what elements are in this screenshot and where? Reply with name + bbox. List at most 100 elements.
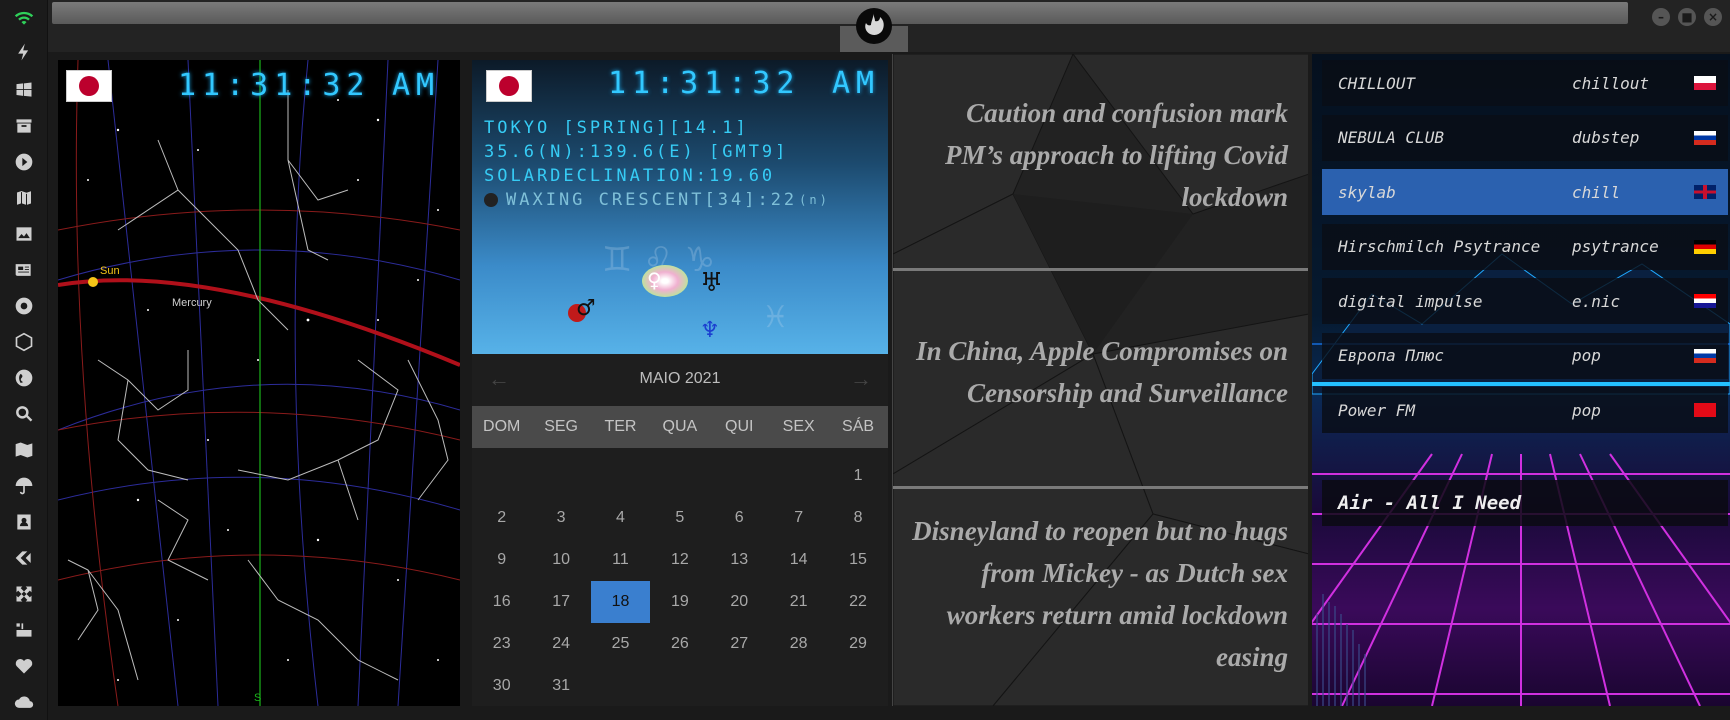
map-book-icon[interactable] bbox=[12, 186, 36, 210]
calendar-day[interactable]: 14 bbox=[769, 539, 828, 581]
calendar-day[interactable]: 23 bbox=[472, 623, 531, 665]
station-genre: e.nic bbox=[1572, 291, 1621, 311]
play-icon[interactable] bbox=[12, 150, 36, 174]
archive-icon[interactable] bbox=[12, 114, 36, 138]
station-row[interactable]: digital impulse e.nic bbox=[1322, 278, 1728, 324]
sun-label: Sun bbox=[100, 265, 120, 277]
logo-tab[interactable] bbox=[840, 0, 908, 52]
news-icon[interactable] bbox=[12, 258, 36, 282]
weekday-label: QUI bbox=[725, 418, 754, 435]
calendar-day[interactable]: 20 bbox=[710, 581, 769, 623]
station-name: CHILLOUT bbox=[1338, 73, 1416, 93]
station-row[interactable]: Европа Плюс pop bbox=[1322, 332, 1728, 379]
news-separator bbox=[893, 486, 1308, 489]
calendar-day[interactable]: 6 bbox=[710, 497, 769, 539]
calendar-day[interactable]: 9 bbox=[472, 539, 531, 581]
sun-marker[interactable] bbox=[88, 277, 98, 287]
maximize-icon[interactable]: ■ bbox=[1678, 8, 1696, 26]
search-icon[interactable] bbox=[12, 402, 36, 426]
tag-icon[interactable] bbox=[12, 546, 36, 570]
calendar-day[interactable]: 30 bbox=[472, 665, 531, 707]
flash-icon[interactable] bbox=[12, 40, 36, 64]
contacts-icon[interactable] bbox=[12, 510, 36, 534]
weekday-label: SÁB bbox=[842, 418, 875, 435]
calendar-day[interactable]: 21 bbox=[769, 581, 828, 623]
news-item[interactable]: Disneyland to reopen but no hugs from Mi… bbox=[908, 510, 1288, 678]
calendar-day[interactable]: 31 bbox=[531, 665, 590, 707]
calendar-day[interactable]: 3 bbox=[531, 497, 590, 539]
map-icon[interactable] bbox=[12, 438, 36, 462]
minimize-icon[interactable]: – bbox=[1652, 8, 1670, 26]
station-row[interactable]: NEBULA CLUB dubstep bbox=[1322, 114, 1728, 161]
calendar-day[interactable]: 25 bbox=[591, 623, 650, 665]
calendar-day[interactable]: 29 bbox=[828, 623, 887, 665]
calendar-day bbox=[769, 455, 828, 497]
station-genre: pop bbox=[1572, 400, 1601, 420]
top-bar: – ■ × bbox=[48, 0, 1730, 52]
youtube-icon[interactable] bbox=[12, 618, 36, 642]
station-genre: psytrance bbox=[1572, 237, 1659, 256]
calendar-day[interactable]: 11 bbox=[591, 539, 650, 581]
moon-phase-unit: (n) bbox=[799, 193, 830, 207]
calendar-day[interactable]: 7 bbox=[769, 497, 828, 539]
calendar-day[interactable]: 24 bbox=[531, 623, 590, 665]
globe-icon[interactable] bbox=[12, 366, 36, 390]
calendar-day[interactable]: 15 bbox=[828, 539, 887, 581]
window-controls: – ■ × bbox=[1652, 8, 1722, 26]
cloud-icon[interactable] bbox=[12, 690, 36, 714]
umbrella-icon[interactable] bbox=[12, 474, 36, 498]
calendar-day[interactable]: 8 bbox=[828, 497, 887, 539]
calendar-day[interactable]: 17 bbox=[531, 581, 590, 623]
calendar-day bbox=[769, 665, 828, 707]
pisces-icon: ♓ bbox=[762, 300, 789, 335]
station-name: NEBULA CLUB bbox=[1338, 128, 1444, 147]
sky-ampm: AM bbox=[392, 68, 441, 103]
calendar-day[interactable]: 4 bbox=[591, 497, 650, 539]
image-icon[interactable] bbox=[12, 222, 36, 246]
calendar-day[interactable]: 13 bbox=[710, 539, 769, 581]
calendar-day[interactable]: 28 bbox=[769, 623, 828, 665]
news-item[interactable]: Caution and confusion mark PM’s approach… bbox=[908, 92, 1288, 218]
calendar-day-today[interactable]: 18 bbox=[590, 581, 651, 623]
calendar-day[interactable]: 22 bbox=[828, 581, 887, 623]
station-row[interactable]: CHILLOUT chillout bbox=[1322, 60, 1728, 106]
station-row[interactable]: skylab chill bbox=[1322, 169, 1728, 215]
calendar-day[interactable]: 26 bbox=[650, 623, 709, 665]
calendar-day[interactable]: 12 bbox=[650, 539, 709, 581]
aperture-icon[interactable] bbox=[12, 294, 36, 318]
station-row[interactable]: Hirschmilch Psytrance psytrance bbox=[1322, 223, 1728, 270]
calendar-day[interactable]: 5 bbox=[650, 497, 709, 539]
station-row[interactable]: Power FM pop bbox=[1322, 387, 1728, 433]
weekday-label: DOM bbox=[483, 418, 521, 435]
japan-flag-icon bbox=[486, 70, 532, 102]
calendar-week: 1 bbox=[472, 455, 888, 497]
wifi-icon[interactable] bbox=[12, 6, 36, 30]
windows-icon[interactable] bbox=[12, 78, 36, 102]
calendar-day bbox=[710, 455, 769, 497]
star-chart: Sun Mercury S bbox=[58, 60, 460, 706]
station-name: Европа Плюс bbox=[1338, 346, 1444, 365]
calendar-day[interactable]: 10 bbox=[531, 539, 590, 581]
station-name: Hirschmilch Psytrance bbox=[1338, 237, 1541, 256]
mars-icon: ♂ bbox=[576, 296, 596, 321]
expand-icon[interactable] bbox=[12, 582, 36, 606]
weekday-header: DOM SEG TER QUA QUI SEX SÁB bbox=[472, 406, 888, 448]
calendar-day[interactable]: 1 bbox=[828, 455, 887, 497]
calendar-day[interactable]: 2 bbox=[472, 497, 531, 539]
station-genre: pop bbox=[1572, 346, 1601, 365]
prev-month-button[interactable]: ← bbox=[488, 366, 510, 392]
moon-phase: WAXING CRESCENT[34]:22 (n) bbox=[484, 190, 830, 210]
close-icon[interactable]: × bbox=[1704, 8, 1722, 26]
calendar-day[interactable]: 16 bbox=[472, 581, 531, 623]
calendar-day[interactable]: 19 bbox=[650, 581, 709, 623]
weekday-label: SEG bbox=[544, 418, 578, 435]
news-item[interactable]: In China, Apple Compromises on Censorshi… bbox=[908, 330, 1288, 414]
hexagon-icon[interactable] bbox=[12, 330, 36, 354]
japan-flag-icon bbox=[66, 70, 112, 102]
south-label: S bbox=[254, 692, 261, 704]
calendar-grid: 1 2 3 4 5 6 7 8 9 10 11 12 13 14 15 16 17 18 19 20 21 22 23 24 2… bbox=[472, 455, 888, 707]
calendar-day[interactable]: 27 bbox=[710, 623, 769, 665]
next-month-button[interactable]: → bbox=[850, 366, 872, 392]
heart-icon[interactable] bbox=[12, 654, 36, 678]
rebel-logo-icon bbox=[856, 8, 892, 44]
